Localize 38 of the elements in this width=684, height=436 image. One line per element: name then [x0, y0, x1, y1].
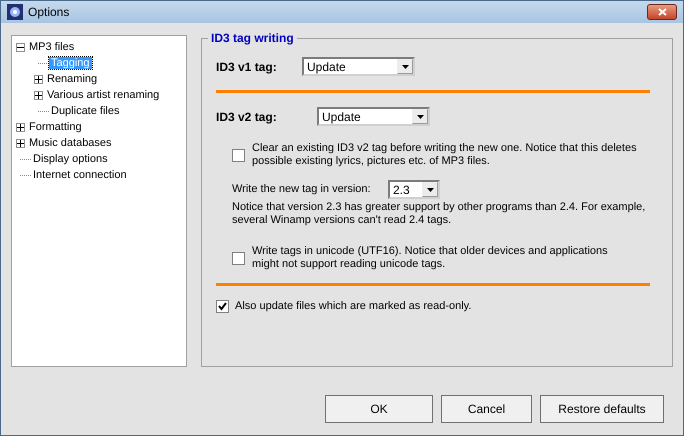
checkbox[interactable]: [232, 252, 245, 264]
checkbox[interactable]: [232, 148, 245, 162]
checkbox-label: Write tags in unicode (UTF16). Notice that older devices and applications might not support reading unicode tags.: [252, 245, 609, 271]
tree-item[interactable]: Display options: [31, 153, 110, 165]
plus-icon: [35, 76, 42, 82]
id3-v1-dropdown[interactable]: Update: [302, 57, 415, 76]
dialog-button[interactable]: Restore defaults: [540, 395, 664, 423]
version-dropdown[interactable]: 2.3: [388, 180, 440, 199]
plus-icon: [17, 124, 24, 130]
tree-item[interactable]: Formatting: [27, 121, 84, 133]
dialog-button[interactable]: Cancel: [441, 395, 532, 423]
app-icon: [7, 4, 23, 20]
expand-toggle[interactable]: [16, 42, 25, 52]
close-icon: [658, 8, 666, 16]
window-title: Options: [28, 5, 70, 19]
field-label: ID3 v2 tag:: [216, 110, 278, 124]
group-title: ID3 tag writing: [208, 31, 297, 45]
tree-item[interactable]: Duplicate files: [49, 105, 122, 117]
checkbox[interactable]: [216, 300, 229, 313]
tree-item[interactable]: Renaming: [45, 73, 100, 85]
expand-toggle[interactable]: [16, 138, 25, 148]
id3-v2-dropdown[interactable]: Update: [317, 107, 430, 126]
tree-item[interactable]: Various artist renaming: [45, 89, 162, 101]
expand-toggle[interactable]: [34, 90, 43, 100]
expand-toggle[interactable]: [34, 74, 43, 84]
expand-toggle[interactable]: [16, 122, 25, 132]
field-label: ID3 v1 tag:: [216, 60, 278, 74]
tree-item[interactable]: Music databases: [27, 137, 114, 149]
version-note: Notice that version 2.3 has greater support by other programs than 2.4. For example, several Winamp versions can't read 2.4 tags.: [232, 201, 646, 227]
plus-icon: [35, 92, 42, 98]
tree-item[interactable]: MP3 files: [27, 41, 76, 53]
checkbox-label: Clear an existing ID3 v2 tag before writing the new one. Notice that this deletes possible existing lyrics, pictures etc. of MP3 files.: [252, 142, 638, 168]
plus-icon: [17, 140, 24, 146]
close-button[interactable]: [647, 4, 677, 20]
field-label: Write the new tag in version:: [232, 183, 372, 196]
checkbox-label: Also update files which are marked as read-only.: [235, 300, 472, 313]
tree-item[interactable]: Internet connection: [31, 169, 129, 181]
dialog-button[interactable]: OK: [325, 395, 433, 423]
